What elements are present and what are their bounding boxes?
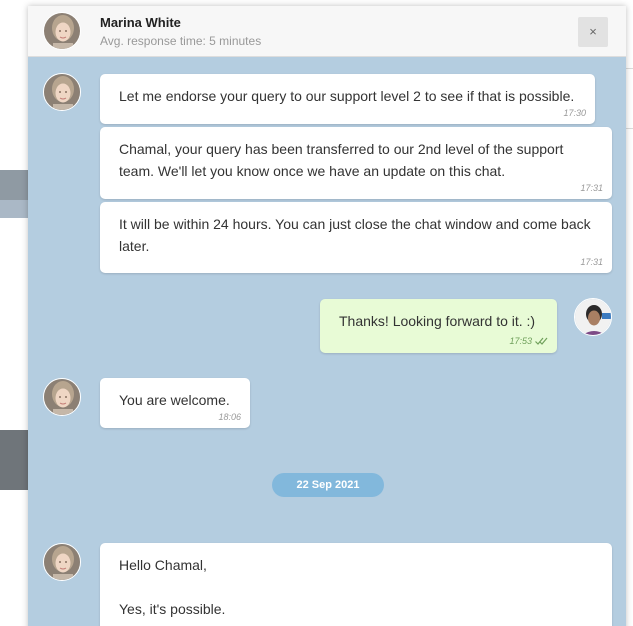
agent-avatar <box>43 73 81 111</box>
message-bubble: Hello Chamal, Yes, it's possible. <box>100 543 612 626</box>
agent-avatar <box>43 12 81 50</box>
agent-avatar <box>43 543 81 581</box>
message-bubble: It will be within 24 hours. You can just… <box>100 202 612 273</box>
message-text: It will be within 24 hours. You can just… <box>119 216 591 254</box>
message-text-line: Hello Chamal, <box>119 557 207 573</box>
user-avatar <box>574 298 612 336</box>
message-time: 17:53 <box>509 336 548 347</box>
background-strip <box>0 200 30 218</box>
chat-header: Marina White Avg. response time: 5 minut… <box>28 6 626 57</box>
double-check-icon <box>535 337 548 347</box>
agent-avatar <box>43 378 81 416</box>
message-time-value: 17:53 <box>509 336 532 347</box>
message-bubble: You are welcome. 18:06 <box>100 378 250 428</box>
background-line <box>626 128 633 129</box>
message-bubble-outgoing: Thanks! Looking forward to it. :) 17:53 <box>320 299 557 353</box>
message-time: 18:06 <box>218 412 241 422</box>
chat-window: Marina White Avg. response time: 5 minut… <box>28 6 626 626</box>
message-time: 17:31 <box>580 183 603 193</box>
message-text-line: Yes, it's possible. <box>119 601 226 617</box>
message-text: Chamal, your query has been transferred … <box>119 141 564 179</box>
message-text: Let me endorse your query to our support… <box>119 88 575 104</box>
message-time: 17:31 <box>580 257 603 267</box>
message-time: 17:30 <box>563 108 586 118</box>
message-text: Thanks! Looking forward to it. :) <box>339 313 536 329</box>
message-bubble: Chamal, your query has been transferred … <box>100 127 612 199</box>
background-strip <box>0 170 30 200</box>
background-strip <box>0 430 30 490</box>
background-line <box>626 68 633 69</box>
message-bubble: Let me endorse your query to our support… <box>100 74 595 124</box>
date-separator: 22 Sep 2021 <box>272 473 384 497</box>
agent-response-time: Avg. response time: 5 minutes <box>100 34 262 48</box>
message-text: You are welcome. <box>119 392 230 408</box>
close-button[interactable]: × <box>578 17 608 47</box>
agent-name: Marina White <box>100 15 181 30</box>
